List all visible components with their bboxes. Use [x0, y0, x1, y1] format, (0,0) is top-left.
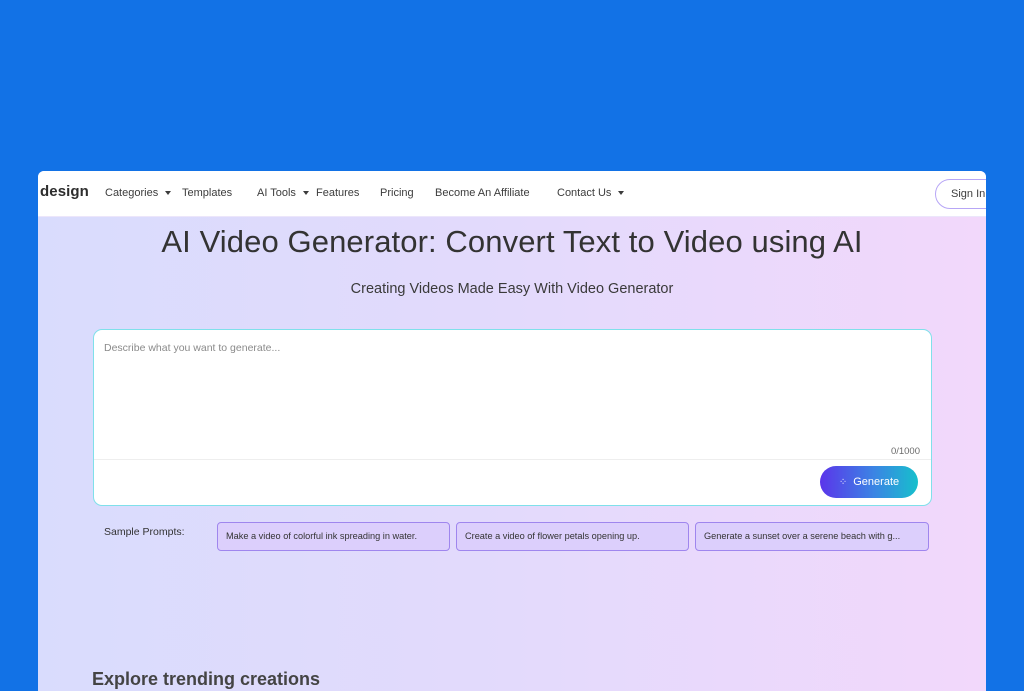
site-logo[interactable]: design [40, 183, 89, 200]
page-title: AI Video Generator: Convert Text to Vide… [161, 224, 863, 259]
divider [94, 459, 931, 460]
sample-prompt-chip[interactable]: Create a video of flower petals opening … [456, 522, 689, 551]
nav-become-affiliate[interactable]: Become An Affiliate [435, 187, 530, 199]
page-subtitle: Creating Videos Made Easy With Video Gen… [350, 281, 674, 297]
nav-contact-us[interactable]: Contact Us [557, 187, 625, 199]
caret-down-icon [618, 191, 625, 195]
explore-trending-heading: Explore trending creations [92, 669, 321, 689]
character-counter: 0/1000 [890, 446, 920, 457]
prompt-input[interactable] [104, 342, 919, 442]
nav-templates[interactable]: Templates [182, 187, 232, 199]
nav-features[interactable]: Features [316, 187, 359, 199]
caret-down-icon [302, 191, 309, 195]
nav-categories[interactable]: Categories [105, 187, 172, 199]
sample-prompts-label: Sample Prompts: [104, 526, 185, 538]
sample-prompt-chip[interactable]: Make a video of colorful ink spreading i… [217, 522, 450, 551]
caret-down-icon [165, 191, 172, 195]
sign-in-button[interactable]: Sign In [935, 179, 986, 209]
top-navbar: design Categories Templates AI Tools Fea… [38, 171, 986, 217]
sample-prompt-chip[interactable]: Generate a sunset over a serene beach wi… [695, 522, 929, 551]
generate-button[interactable]: ⁘ Generate [820, 466, 918, 498]
nav-ai-tools[interactable]: AI Tools [257, 187, 309, 199]
nav-pricing[interactable]: Pricing [380, 187, 414, 199]
prompt-box: 0/1000 ⁘ Generate [93, 329, 932, 506]
sparkle-icon: ⁘ [838, 476, 848, 488]
browser-window: design Categories Templates AI Tools Fea… [38, 171, 986, 691]
